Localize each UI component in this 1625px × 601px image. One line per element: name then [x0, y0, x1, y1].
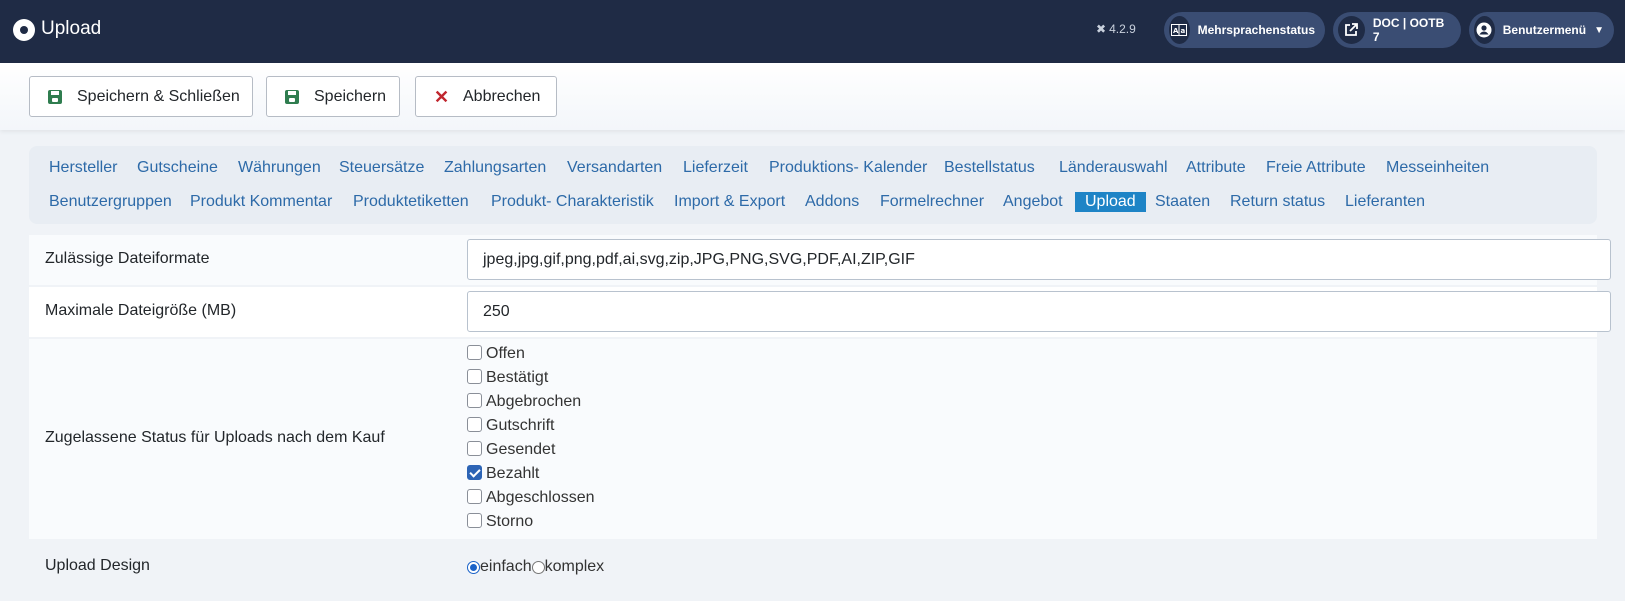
tab-import-export[interactable]: Import & Export: [674, 192, 785, 212]
tab-upload[interactable]: Upload: [1075, 192, 1146, 212]
save-label: Speichern: [314, 87, 387, 105]
status-option-label: Bezahlt: [486, 465, 540, 482]
toolbar: Speichern & Schließen Speichern ✕ Abbrec…: [0, 63, 1625, 130]
status-option-abgeschlossen[interactable]: Abgeschlossen: [467, 489, 595, 513]
checkbox-offen[interactable]: [467, 345, 482, 360]
radio-einfach-label[interactable]: einfach: [480, 558, 532, 576]
tab-zahlungsarten[interactable]: Zahlungsarten: [444, 158, 546, 178]
status-option-label: Abgeschlossen: [486, 489, 595, 506]
status-option-gutschrift[interactable]: Gutschrift: [467, 417, 595, 441]
tab-lieferanten[interactable]: Lieferanten: [1345, 192, 1425, 212]
status-option-label: Storno: [486, 513, 534, 530]
status-option-storno[interactable]: Storno: [467, 513, 595, 537]
tab-produktions-kalender[interactable]: Produktions- Kalender: [769, 158, 927, 178]
checkbox-bestaetigt[interactable]: [467, 369, 482, 384]
save-icon: [285, 89, 299, 104]
tab-produkt-charakteristik[interactable]: Produkt- Charakteristik: [491, 192, 654, 212]
chevron-down-icon: ▼: [1594, 24, 1604, 36]
tab-bestellstatus[interactable]: Bestellstatus: [944, 158, 1035, 178]
design-radio-group: einfach komplex: [467, 558, 604, 576]
close-icon: ✕: [434, 86, 450, 107]
radio-einfach[interactable]: [467, 560, 480, 574]
tab-addons[interactable]: Addons: [805, 192, 859, 212]
status-option-abgebrochen[interactable]: Abgebrochen: [467, 393, 595, 417]
user-menu-button[interactable]: Benutzermenü ▼: [1469, 12, 1614, 48]
upload-circle-icon: [13, 19, 35, 41]
external-link-icon: [1338, 16, 1365, 44]
config-tabs: Hersteller Gutscheine Währungen Steuersä…: [29, 146, 1597, 224]
svg-text:A: A: [1173, 27, 1179, 35]
tab-attribute[interactable]: Attribute: [1186, 158, 1246, 178]
tab-versandarten[interactable]: Versandarten: [567, 158, 662, 178]
cancel-label: Abbrechen: [463, 87, 541, 105]
svg-text:a: a: [1181, 27, 1186, 35]
tab-laenderauswahl[interactable]: Länderauswahl: [1059, 158, 1168, 178]
status-option-bezahlt[interactable]: Bezahlt: [467, 465, 595, 489]
tab-produktetiketten[interactable]: Produktetiketten: [353, 192, 469, 212]
multilanguage-status-label: Mehrsprachenstatus: [1197, 23, 1315, 37]
save-icon: [48, 89, 62, 104]
tab-return-status[interactable]: Return status: [1230, 192, 1325, 212]
save-and-close-button[interactable]: Speichern & Schließen: [29, 76, 253, 117]
status-option-label: Abgebrochen: [486, 393, 582, 410]
status-option-bestaetigt[interactable]: Bestätigt: [467, 369, 595, 393]
status-option-label: Gutschrift: [486, 417, 555, 434]
save-and-close-label: Speichern & Schließen: [77, 87, 240, 105]
tab-freie-attribute[interactable]: Freie Attribute: [1266, 158, 1366, 178]
tab-formelrechner[interactable]: Formelrechner: [880, 192, 984, 212]
status-option-label: Bestätigt: [486, 369, 549, 386]
user-menu-label: Benutzermenü: [1502, 23, 1587, 37]
tab-lieferzeit[interactable]: Lieferzeit: [683, 158, 748, 178]
status-option-label: Offen: [486, 345, 525, 362]
tab-angebot[interactable]: Angebot: [1003, 192, 1063, 212]
tab-waehrungen[interactable]: Währungen: [238, 158, 321, 178]
checkbox-gutschrift[interactable]: [467, 417, 482, 432]
version-text: 4.2.9: [1109, 22, 1136, 36]
maxsize-input[interactable]: 250: [467, 291, 1611, 332]
save-button[interactable]: Speichern: [266, 76, 400, 117]
formats-input[interactable]: jpeg,jpg,gif,png,pdf,ai,svg,zip,JPG,PNG,…: [467, 239, 1611, 280]
checkbox-bezahlt[interactable]: [467, 465, 482, 480]
language-icon: Aa: [1169, 16, 1190, 44]
doc-site-label: DOC | OOTB 7: [1372, 16, 1445, 44]
page-title: Upload: [41, 18, 102, 39]
design-label: Upload Design: [45, 557, 150, 574]
cancel-button[interactable]: ✕ Abbrechen: [415, 76, 557, 117]
status-checkbox-list: Offen Bestätigt Abgebrochen Gutschrift G…: [467, 345, 595, 537]
version-info: ✖ 4.2.9: [1096, 22, 1136, 36]
maxsize-row: Maximale Dateigröße (MB) 250: [29, 287, 1611, 337]
tab-staaten[interactable]: Staaten: [1155, 192, 1210, 212]
tab-benutzergruppen[interactable]: Benutzergruppen: [49, 192, 172, 212]
formats-row: Zulässige Dateiformate jpeg,jpg,gif,png,…: [29, 235, 1611, 285]
tab-gutscheine[interactable]: Gutscheine: [137, 158, 218, 178]
formats-label: Zulässige Dateiformate: [45, 250, 210, 267]
checkbox-abgebrochen[interactable]: [467, 393, 482, 408]
checkbox-storno[interactable]: [467, 513, 482, 528]
maxsize-label: Maximale Dateigröße (MB): [45, 302, 237, 319]
status-label: Zugelassene Status für Uploads nach dem …: [45, 429, 385, 446]
top-header: Upload ✖ 4.2.9 Aa Mehrsprachenstatus DOC …: [0, 0, 1625, 63]
multilanguage-status-button[interactable]: Aa Mehrsprachenstatus: [1164, 12, 1325, 48]
status-option-label: Gesendet: [486, 441, 556, 458]
tab-hersteller[interactable]: Hersteller: [49, 158, 117, 178]
design-row: Upload Design einfach komplex: [29, 541, 1597, 589]
checkbox-abgeschlossen[interactable]: [467, 489, 482, 504]
status-row: Zugelassene Status für Uploads nach dem …: [29, 339, 1597, 539]
tab-messeinheiten[interactable]: Messeinheiten: [1386, 158, 1489, 178]
tab-produkt-kommentar[interactable]: Produkt Kommentar: [190, 192, 332, 212]
status-option-gesendet[interactable]: Gesendet: [467, 441, 595, 465]
status-option-offen[interactable]: Offen: [467, 345, 595, 369]
radio-komplex[interactable]: [531, 560, 545, 574]
tab-steuersaetze[interactable]: Steuersätze: [339, 158, 424, 178]
radio-komplex-label[interactable]: komplex: [545, 558, 605, 576]
doc-site-button[interactable]: DOC | OOTB 7: [1333, 12, 1461, 48]
user-icon: [1474, 16, 1495, 44]
checkbox-gesendet[interactable]: [467, 441, 482, 456]
joomla-icon: ✖: [1096, 22, 1107, 36]
